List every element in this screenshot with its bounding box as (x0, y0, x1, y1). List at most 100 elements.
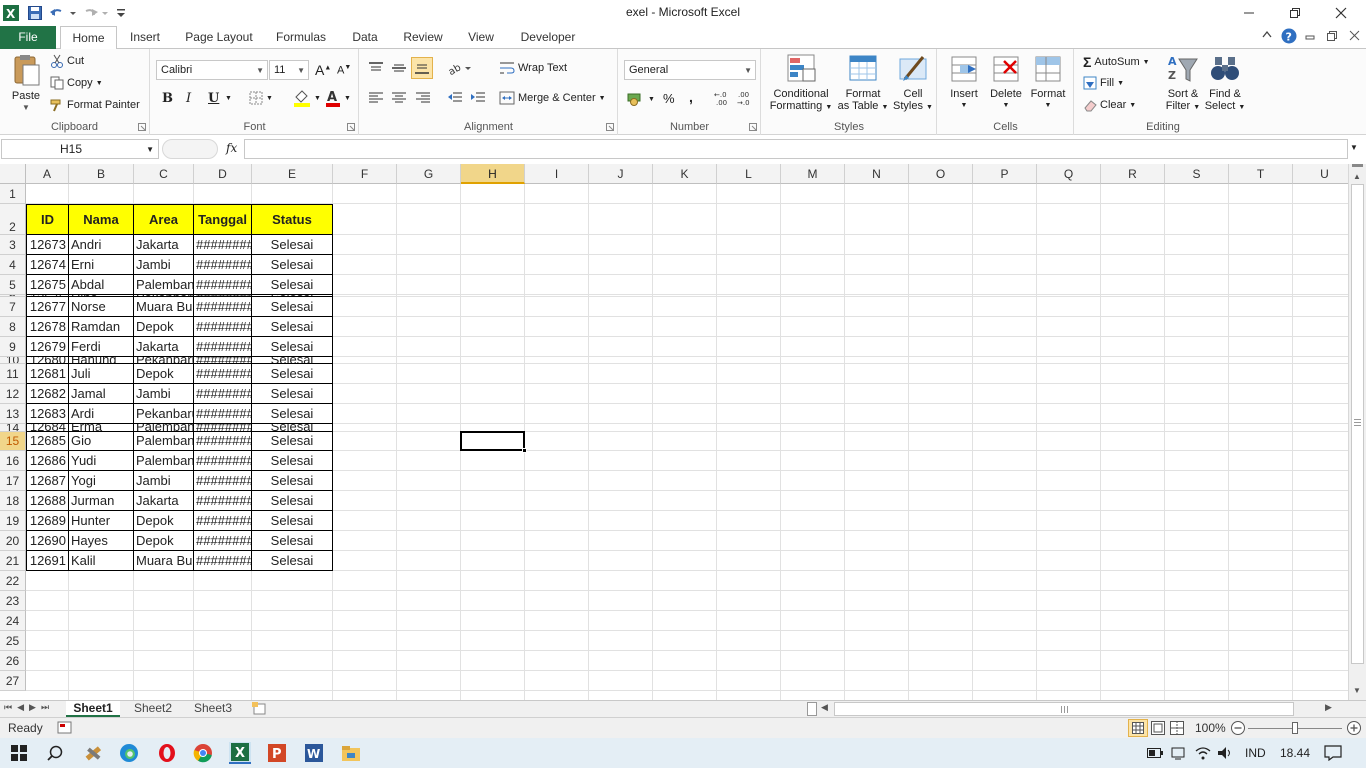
expand-formula-bar-icon[interactable]: ▼ (1350, 143, 1358, 152)
row-header-14[interactable]: 14 (0, 424, 26, 432)
insert-cells-button[interactable]: Insert ▼ (944, 53, 984, 112)
column-header-m[interactable]: M (781, 164, 845, 184)
cell-a20[interactable]: 12690 (26, 531, 69, 551)
format-cells-button[interactable]: Format ▼ (1028, 53, 1068, 112)
file-explorer-icon[interactable] (340, 742, 362, 764)
column-header-o[interactable]: O (909, 164, 973, 184)
cell-a4[interactable]: 12674 (26, 255, 69, 275)
tab-view[interactable]: View (460, 26, 502, 49)
split-handle[interactable] (1352, 164, 1363, 167)
format-as-table-button[interactable]: Format as Table ▼ (836, 53, 890, 114)
column-header-i[interactable]: I (525, 164, 589, 184)
cell-d19[interactable]: ######## (194, 511, 252, 531)
cell-d11[interactable]: ######## (194, 364, 252, 384)
accounting-format-button[interactable]: ▼ (627, 92, 655, 106)
underline-button[interactable]: U (208, 91, 219, 106)
powerpoint-taskbar-icon[interactable]: P (266, 742, 288, 764)
tab-home[interactable]: Home (60, 26, 117, 50)
row-header-7[interactable]: 7 (0, 297, 26, 317)
format-painter-button[interactable]: Format Painter (50, 98, 140, 112)
number-format-select[interactable]: General ▼ (624, 60, 756, 80)
row-header-21[interactable]: 21 (0, 551, 26, 571)
cell-c14[interactable]: Palembang (134, 424, 194, 432)
column-header-j[interactable]: J (589, 164, 653, 184)
cell-c13[interactable]: Pekanbaru (134, 404, 194, 424)
cell-c12[interactable]: Jambi (134, 384, 194, 404)
column-header-a[interactable]: A (26, 164, 69, 184)
column-header-k[interactable]: K (653, 164, 717, 184)
cell-b15[interactable]: Gio (69, 432, 134, 451)
cell-c21[interactable]: Muara Bungo (134, 551, 194, 571)
cell-d2[interactable]: Tanggal (194, 204, 252, 235)
cell-d21[interactable]: ######## (194, 551, 252, 571)
zoom-out-icon[interactable] (1230, 720, 1246, 739)
column-header-d[interactable]: D (194, 164, 252, 184)
clear-button[interactable]: Clear ▼ (1083, 98, 1136, 112)
row-header-23[interactable]: 23 (0, 591, 26, 611)
excel-taskbar-icon[interactable]: X (229, 742, 251, 764)
vertical-scroll-thumb[interactable] (1351, 184, 1364, 664)
cell-b2[interactable]: Nama (69, 204, 134, 235)
shrink-font-button[interactable]: A▼ (337, 64, 351, 77)
scroll-down-icon[interactable]: ▼ (1353, 686, 1361, 695)
tab-review[interactable]: Review (398, 26, 448, 49)
cell-a3[interactable]: 12673 (26, 235, 69, 255)
zoom-level[interactable]: 100% (1195, 721, 1226, 735)
cell-b12[interactable]: Jamal (69, 384, 134, 404)
cell-c19[interactable]: Depok (134, 511, 194, 531)
cell-e5[interactable]: Selesai (252, 275, 333, 295)
column-header-p[interactable]: P (973, 164, 1037, 184)
cell-styles-button[interactable]: Cell Styles ▼ (892, 53, 934, 114)
bold-button[interactable]: B (162, 91, 173, 106)
row-header-24[interactable]: 24 (0, 611, 26, 631)
cell-d10[interactable]: ######## (194, 357, 252, 364)
cell-e3[interactable]: Selesai (252, 235, 333, 255)
cell-a15[interactable]: 12685 (26, 432, 69, 451)
column-header-r[interactable]: R (1101, 164, 1165, 184)
cut-button[interactable]: Cut (50, 54, 84, 68)
volume-icon[interactable] (1214, 742, 1236, 764)
align-bottom-button[interactable] (411, 57, 433, 79)
row-header-10[interactable]: 10 (0, 357, 26, 364)
cell-a8[interactable]: 12678 (26, 317, 69, 337)
cell-d18[interactable]: ######## (194, 491, 252, 511)
cell-b19[interactable]: Hunter (69, 511, 134, 531)
cell-d7[interactable]: ######## (194, 297, 252, 317)
cell-e17[interactable]: Selesai (252, 471, 333, 491)
cell-b8[interactable]: Ramdan (69, 317, 134, 337)
worksheet-grid[interactable]: ABCDEFGHIJKLMNOPQRSTU 123456789101112131… (0, 164, 1348, 700)
cell-c10[interactable]: Pekanbaru (134, 357, 194, 364)
cell-b16[interactable]: Yudi (69, 451, 134, 471)
column-header-l[interactable]: L (717, 164, 781, 184)
cell-a12[interactable]: 12682 (26, 384, 69, 404)
formula-bar-splitter[interactable] (162, 139, 218, 159)
scroll-up-icon[interactable]: ▲ (1353, 172, 1361, 181)
cell-d14[interactable]: ######## (194, 424, 252, 432)
cell-e9[interactable]: Selesai (252, 337, 333, 357)
row-header-27[interactable]: 27 (0, 671, 26, 691)
font-launcher-icon[interactable] (347, 123, 355, 131)
cell-e11[interactable]: Selesai (252, 364, 333, 384)
row-header-9[interactable]: 9 (0, 337, 26, 357)
font-size-select[interactable]: 11 ▼ (269, 60, 309, 80)
clipboard-launcher-icon[interactable] (138, 123, 146, 131)
font-name-select[interactable]: Calibri ▼ (156, 60, 268, 80)
align-center-button[interactable] (391, 92, 407, 104)
insert-function-button[interactable]: fx (226, 141, 237, 155)
borders-button[interactable]: ▼ (249, 91, 273, 105)
page-break-view-button[interactable] (1170, 721, 1184, 738)
cell-c11[interactable]: Depok (134, 364, 194, 384)
network-icon[interactable] (1168, 742, 1190, 764)
clock[interactable]: 18.44 (1280, 746, 1310, 760)
cell-b20[interactable]: Hayes (69, 531, 134, 551)
select-all-corner[interactable] (0, 164, 26, 184)
cell-e21[interactable]: Selesai (252, 551, 333, 571)
column-header-g[interactable]: G (397, 164, 461, 184)
tab-page-layout[interactable]: Page Layout (180, 26, 258, 49)
cell-d13[interactable]: ######## (194, 404, 252, 424)
cell-a13[interactable]: 12683 (26, 404, 69, 424)
opera-browser-icon[interactable] (156, 742, 178, 764)
sort-filter-button[interactable]: AZ Sort & Filter ▼ (1161, 53, 1205, 114)
cell-a14[interactable]: 12684 (26, 424, 69, 432)
cell-c17[interactable]: Jambi (134, 471, 194, 491)
